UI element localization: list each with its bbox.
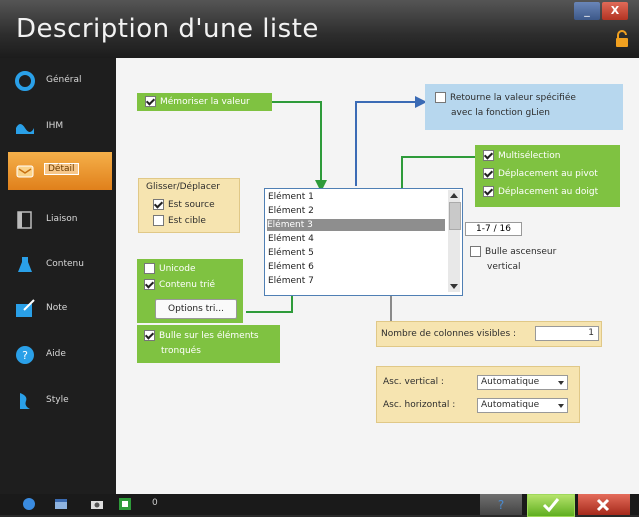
move-finger-checkbox[interactable]: Déplacement au doigt <box>483 186 598 197</box>
description-window: Description d'une liste _ X Général IHM … <box>0 0 639 517</box>
cross-icon <box>596 498 610 512</box>
content-options-group: Unicode Contenu trié Options tri... <box>137 259 243 323</box>
drag-target-checkbox[interactable]: Est cible <box>153 215 206 226</box>
drag-drop-title: Glisser/Déplacer <box>146 182 221 192</box>
window-icon[interactable] <box>54 497 68 511</box>
glien-group: Retourne la valeur spécifiée avec la fon… <box>425 84 623 130</box>
list-item[interactable]: Elément 2 <box>268 205 446 217</box>
scroll-up-icon[interactable] <box>450 193 458 198</box>
memorize-label: Mémoriser la valeur <box>160 97 250 107</box>
checkbox-icon <box>470 246 481 257</box>
list-item[interactable]: Elément 7 <box>268 275 446 287</box>
cancel-button[interactable] <box>578 494 630 515</box>
question-icon: ? <box>498 498 504 511</box>
drag-source-checkbox[interactable]: Est source <box>153 199 215 210</box>
ok-button[interactable] <box>527 494 575 517</box>
vertical-scroll-tip-label-1: Bulle ascenseur <box>485 247 557 257</box>
scroll-down-icon[interactable] <box>450 284 458 289</box>
sorted-checkbox[interactable]: Contenu trié <box>144 279 215 290</box>
move-finger-label: Déplacement au doigt <box>498 187 599 197</box>
list-preview[interactable]: Elément 1 Elément 2 Elément 3 Elément 4 … <box>264 188 463 296</box>
vertical-scrollbar-value: Automatique <box>481 377 540 387</box>
drag-source-label: Est source <box>168 200 215 210</box>
truncated-tip-label-2: tronqués <box>161 346 201 356</box>
unicode-label: Unicode <box>159 264 196 274</box>
selection-group: Multisélection Déplacement au pivot Dépl… <box>475 145 620 207</box>
horizontal-scrollbar-label: Asc. horizontal : <box>383 400 456 410</box>
vertical-scroll-tip-checkbox[interactable]: Bulle ascenseur <box>470 246 556 257</box>
globe-icon[interactable] <box>22 497 36 511</box>
checkmark-icon <box>542 498 560 513</box>
chevron-down-icon <box>558 404 564 408</box>
spreadsheet-icon[interactable] <box>118 497 132 511</box>
checkbox-icon <box>435 92 446 103</box>
help-button[interactable]: ? <box>480 494 522 515</box>
camera-icon[interactable] <box>90 497 104 511</box>
visible-columns-group: Nombre de colonnes visibles : 1 <box>376 321 602 347</box>
visible-columns-label: Nombre de colonnes visibles : <box>381 329 517 339</box>
move-pivot-checkbox[interactable]: Déplacement au pivot <box>483 168 598 179</box>
visible-columns-input[interactable]: 1 <box>535 326 599 341</box>
checkbox-icon <box>144 279 155 290</box>
sorted-label: Contenu trié <box>159 280 216 290</box>
vertical-scroll-tip-label-2: vertical <box>487 262 521 272</box>
checkbox-icon <box>483 168 494 179</box>
vertical-scrollbar-label: Asc. vertical : <box>383 377 444 387</box>
scrollbars-group: Asc. vertical : Automatique Asc. horizon… <box>376 366 580 423</box>
memorize-group: Mémoriser la valeur <box>137 93 272 111</box>
bottom-counter: 0 <box>152 498 158 508</box>
horizontal-scrollbar-select[interactable]: Automatique <box>477 398 568 413</box>
vertical-scrollbar-select[interactable]: Automatique <box>477 375 568 390</box>
multiselection-label: Multisélection <box>498 151 561 161</box>
list-item-selected[interactable]: Elément 3 <box>267 219 445 231</box>
checkbox-icon <box>144 263 155 274</box>
list-item[interactable]: Elément 4 <box>268 233 446 245</box>
checkbox-icon <box>483 186 494 197</box>
unicode-checkbox[interactable]: Unicode <box>144 263 196 274</box>
glien-label-2: avec la fonction gLien <box>451 108 550 118</box>
checkbox-icon <box>144 330 155 341</box>
checkbox-icon <box>153 215 164 226</box>
checkbox-icon <box>153 199 164 210</box>
list-scrollbar[interactable] <box>448 190 461 292</box>
multiselection-checkbox[interactable]: Multisélection <box>483 150 560 161</box>
glien-checkbox[interactable]: Retourne la valeur spécifiée <box>435 92 576 103</box>
list-item[interactable]: Elément 6 <box>268 261 446 273</box>
svg-text:?: ? <box>498 498 504 511</box>
checkbox-icon <box>483 150 494 161</box>
scroll-thumb[interactable] <box>449 202 461 230</box>
sort-options-button[interactable]: Options tri... <box>155 299 237 319</box>
glien-label-1: Retourne la valeur spécifiée <box>450 93 576 103</box>
drag-target-label: Est cible <box>168 216 206 226</box>
horizontal-scrollbar-value: Automatique <box>481 400 540 410</box>
list-counter: 1-7 / 16 <box>465 222 522 236</box>
list-item[interactable]: Elément 1 <box>268 191 446 203</box>
truncated-tip-checkbox[interactable]: Bulle sur les éléments <box>144 330 259 341</box>
drag-drop-group: Glisser/Déplacer Est source Est cible <box>138 178 240 233</box>
truncated-tip-label-1: Bulle sur les éléments <box>159 331 259 341</box>
chevron-down-icon <box>558 381 564 385</box>
checkbox-icon <box>145 96 156 107</box>
list-item[interactable]: Elément 5 <box>268 247 446 259</box>
memorize-checkbox[interactable]: Mémoriser la valeur <box>145 96 250 107</box>
move-pivot-label: Déplacement au pivot <box>498 169 598 179</box>
truncated-tip-group: Bulle sur les éléments tronqués <box>137 325 280 363</box>
